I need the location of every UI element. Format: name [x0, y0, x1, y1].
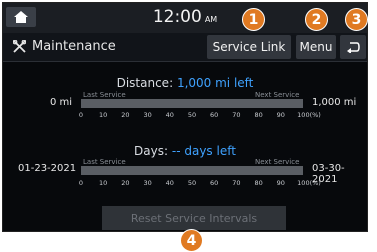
- maintenance-screen: 12:00 AM Maintenance Service Link Menu Di…: [2, 2, 368, 232]
- scale-tick-label: 100(%): [297, 179, 321, 187]
- scale-tick-label: 80: [254, 111, 263, 119]
- days-value: -- days left: [171, 144, 236, 158]
- scale-tick-label: 10: [99, 111, 108, 119]
- scale-tick-label: 20: [121, 179, 130, 187]
- days-progress-bar: [81, 166, 303, 175]
- clock-ampm: AM: [204, 15, 218, 24]
- distance-label: Distance:: [116, 76, 174, 90]
- scale-tick-label: 90: [276, 111, 285, 119]
- distance-end-value: 1,000 mi: [312, 97, 357, 108]
- scale-tick-label: 30: [143, 111, 152, 119]
- distance-scale: 0 10 20 30 40 50 60 70 80 90 100(%): [78, 111, 321, 121]
- days-scale: 0 10 20 30 40 50 60 70 80 90 100(%): [78, 179, 321, 189]
- service-link-button[interactable]: Service Link: [207, 35, 291, 59]
- days-heading: Days: -- days left: [3, 144, 367, 158]
- distance-progress-bar: [81, 99, 303, 108]
- scale-tick-label: 70: [232, 111, 241, 119]
- scale-tick-label: 40: [165, 111, 174, 119]
- distance-value: 1,000 mi left: [176, 76, 254, 90]
- distance-last-service-label: Last Service: [83, 91, 126, 99]
- page-title: Maintenance: [13, 39, 116, 54]
- scale-tick-label: 50: [187, 111, 197, 119]
- scale-tick-label: 70: [232, 179, 241, 187]
- wrench-icon: [13, 40, 26, 53]
- distance-start-value: 0 mi: [50, 97, 73, 108]
- scale-tick-label: 10: [99, 179, 108, 187]
- scale-tick-label: 0: [78, 179, 84, 187]
- clock-time: 12:00: [152, 7, 202, 27]
- days-start-value: 01-23-2021: [18, 163, 77, 174]
- days-next-service-label: Next Service: [255, 158, 300, 166]
- distance-heading: Distance: 1,000 mi left: [3, 76, 367, 90]
- callout-badge-1: 1: [242, 8, 265, 31]
- back-button[interactable]: [340, 35, 366, 59]
- scale-tick-label: 0: [78, 111, 84, 119]
- scale-tick-label: 20: [121, 111, 130, 119]
- distance-next-service-label: Next Service: [255, 91, 300, 99]
- scale-tick-label: 90: [276, 179, 285, 187]
- callout-badge-3: 3: [345, 8, 368, 31]
- scale-tick-label: 40: [165, 179, 174, 187]
- scale-tick-label: 30: [143, 179, 152, 187]
- back-icon: [347, 42, 360, 53]
- callout-badge-4: 4: [180, 229, 203, 252]
- page-title-text: Maintenance: [32, 39, 116, 54]
- days-label: Days:: [134, 144, 169, 158]
- scale-tick-label: 60: [210, 111, 219, 119]
- menu-button[interactable]: Menu: [296, 35, 336, 59]
- scale-tick-label: 60: [210, 179, 219, 187]
- scale-tick-label: 80: [254, 179, 263, 187]
- scale-tick-label: 100(%): [297, 111, 321, 119]
- reset-service-intervals-button[interactable]: Reset Service Intervals: [102, 206, 286, 230]
- days-last-service-label: Last Service: [83, 158, 126, 166]
- callout-badge-2: 2: [305, 8, 328, 31]
- scale-tick-label: 50: [187, 179, 197, 187]
